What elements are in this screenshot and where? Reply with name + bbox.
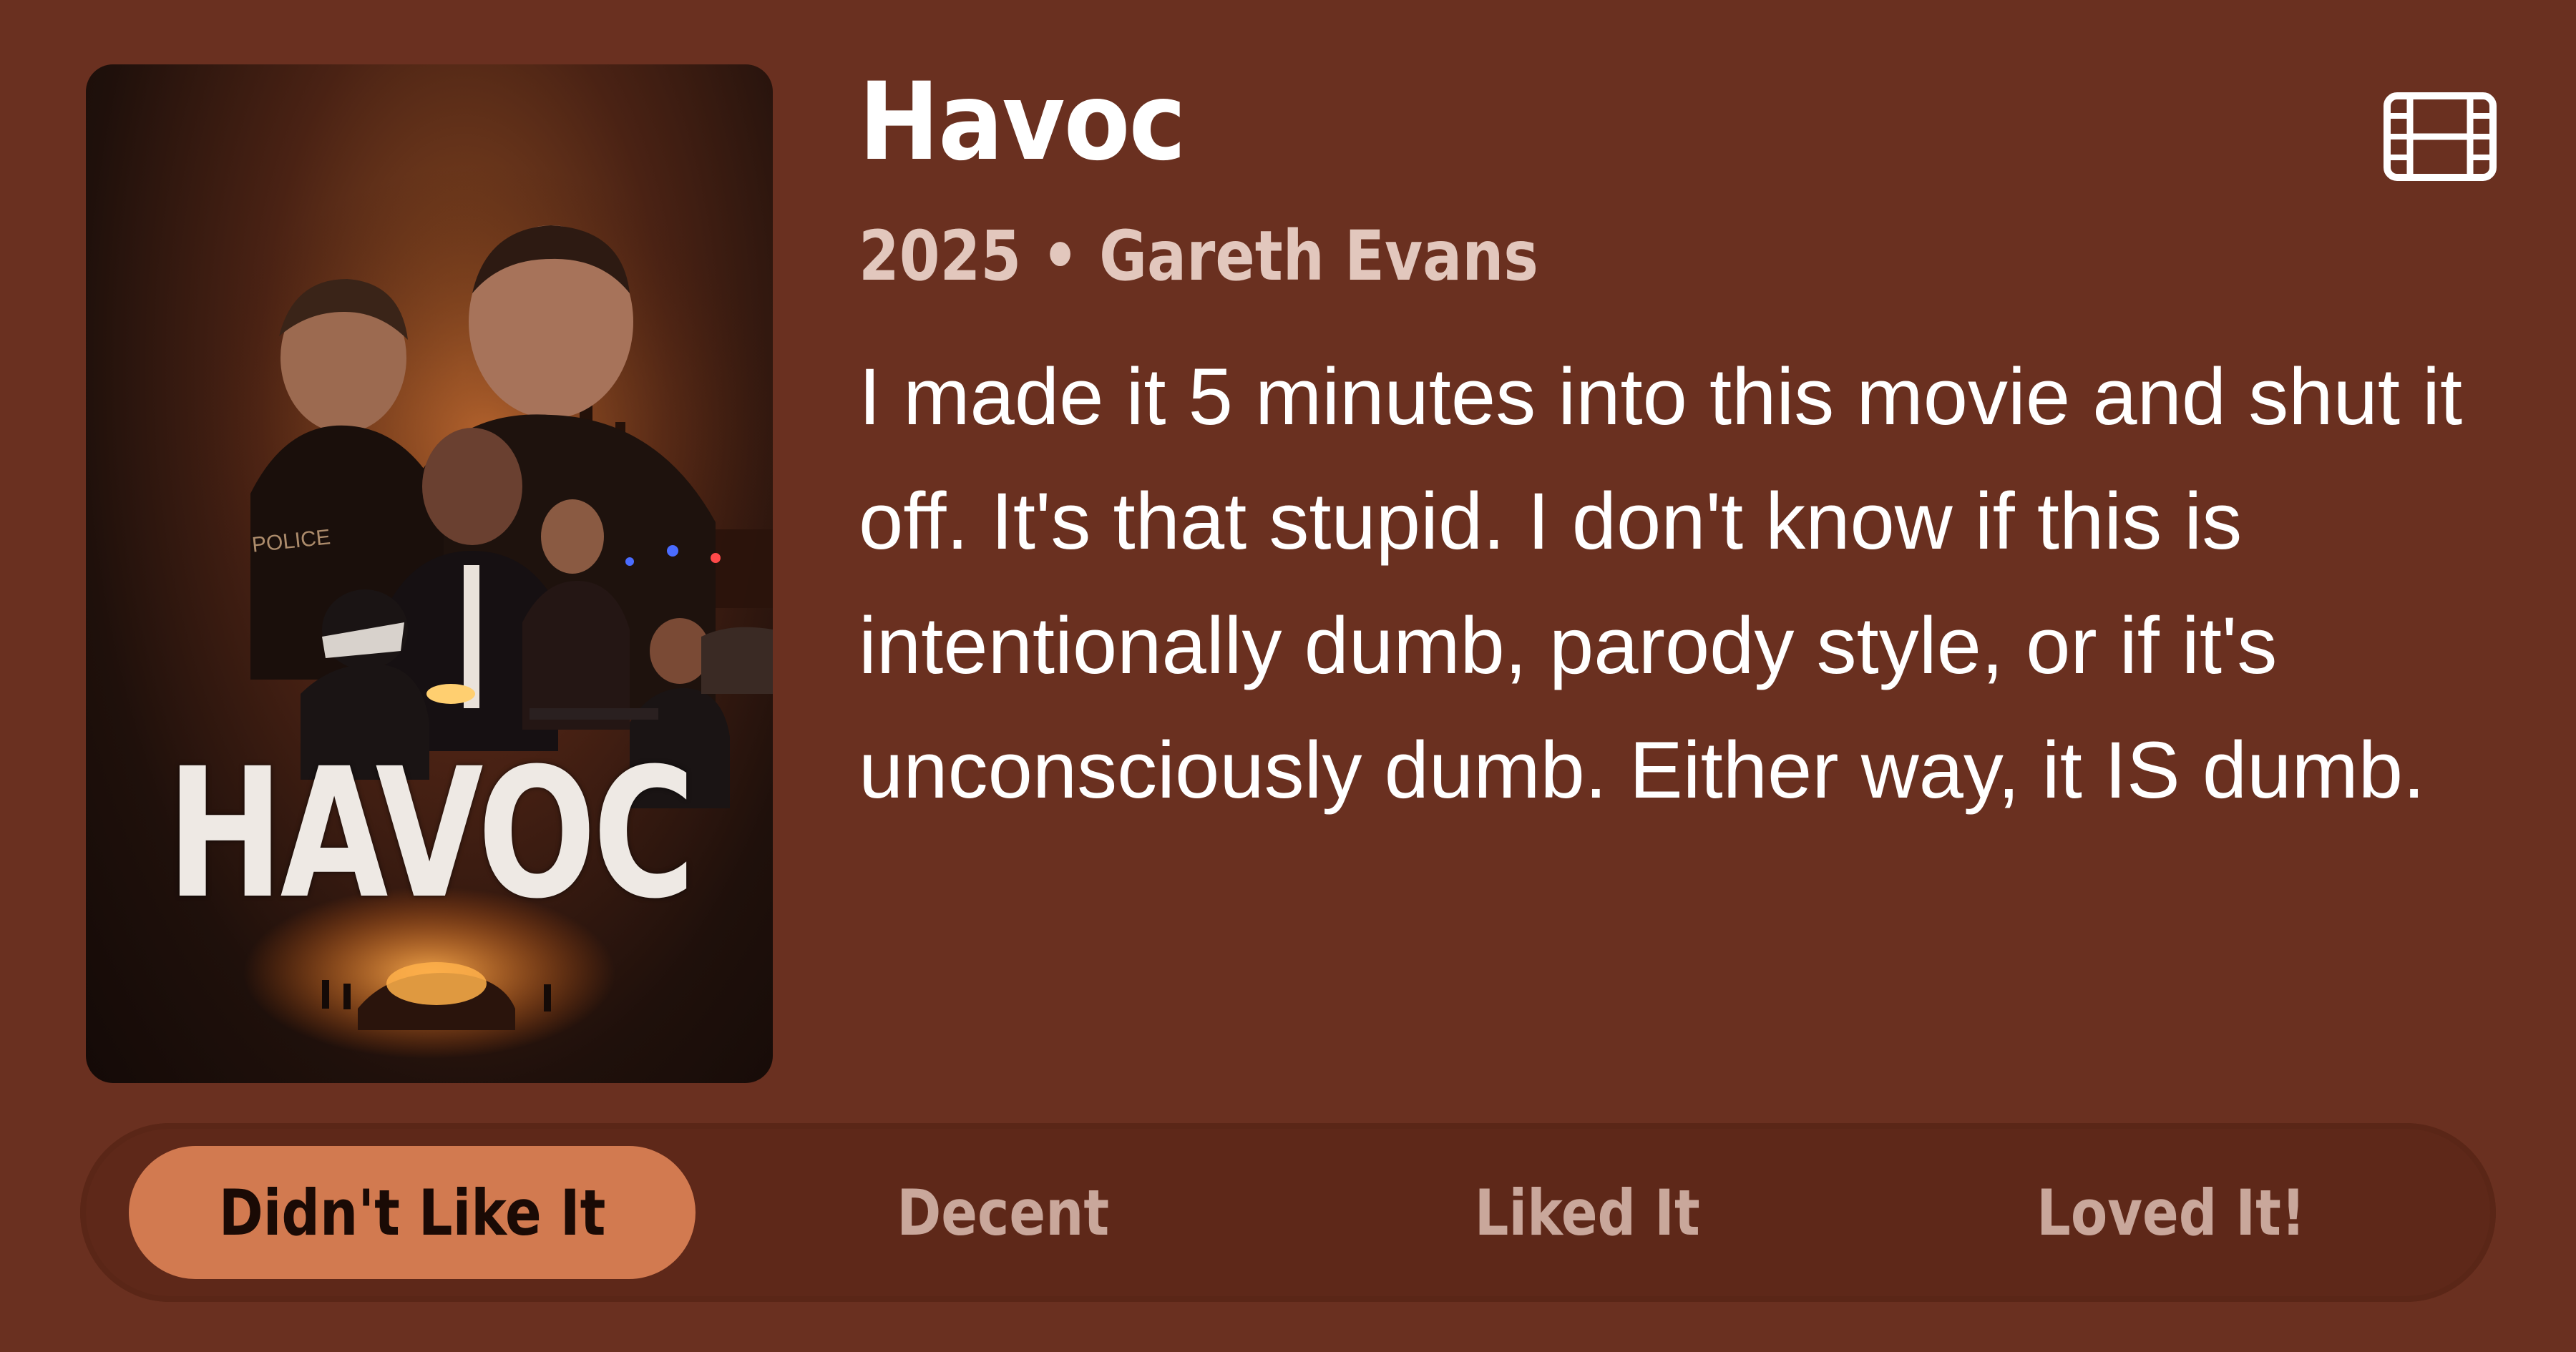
movie-title: Havoc <box>859 60 1186 185</box>
rating-option-decent[interactable]: Decent <box>753 1146 1254 1279</box>
rating-selector: Didn't Like It Decent Liked It Loved It! <box>80 1123 2496 1302</box>
review-text: I made it 5 minutes into this movie and … <box>859 352 2463 815</box>
film-icon-graphic <box>2384 92 2497 181</box>
movie-poster[interactable]: POLICE HAVOC <box>86 64 773 1083</box>
movie-year-director: 2025 • Gareth Evans <box>859 216 1538 296</box>
rating-option-liked-it[interactable]: Liked It <box>1337 1146 1838 1279</box>
rating-option-label: Decent <box>897 1175 1110 1250</box>
rating-option-label: Didn't Like It <box>218 1175 606 1250</box>
movie-review-card: POLICE HAVOC Havoc 2025 • Gareth Evans I… <box>0 0 2576 1352</box>
rating-option-label: Liked It <box>1474 1175 1700 1250</box>
rating-option-didnt-like-it[interactable]: Didn't Like It <box>129 1146 696 1279</box>
rating-option-loved-it[interactable]: Loved It! <box>1921 1146 2421 1279</box>
rating-option-label: Loved It! <box>2036 1175 2306 1250</box>
poster-title-text: HAVOC <box>167 730 696 938</box>
film-icon[interactable] <box>2383 92 2497 182</box>
